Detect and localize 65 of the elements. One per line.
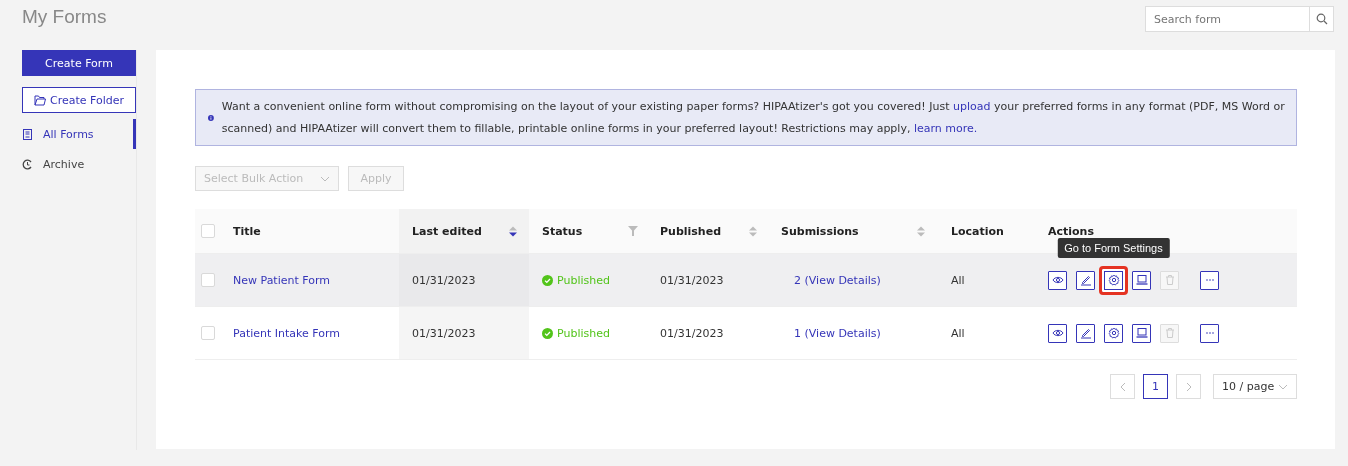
- submissions-link[interactable]: 1 (View Details): [794, 326, 881, 340]
- column-header: Location: [951, 224, 1004, 238]
- table-cell: All: [951, 326, 965, 340]
- document-icon: [22, 128, 33, 140]
- eye-icon: [1051, 274, 1064, 286]
- banner-text: Want a convenient online form without compromising on the layout of your existing paper forms? HIPAAtizer's got you covered! Just upload your preferred forms in any format (PDF, MS Word or scanned) and HIPAAtizer will convert them to fillable, printable online forms in your preferred layout! Restrictions may apply, learn more.: [221, 98, 1286, 137]
- status-label: Published: [542, 273, 610, 287]
- checkbox[interactable]: [201, 224, 215, 238]
- table-cell: All: [951, 273, 965, 287]
- column-header: Actions: [1048, 224, 1094, 238]
- trash-icon: [1163, 274, 1176, 286]
- pencil-icon: [1079, 274, 1092, 286]
- chevron-down-icon: [320, 175, 330, 182]
- search-icon: [1315, 13, 1328, 25]
- chevron-right-icon: [1185, 381, 1192, 392]
- column-header: Status: [542, 224, 583, 238]
- search-field[interactable]: Search form: [1145, 6, 1310, 32]
- learn-more-link[interactable]: learn more.: [913, 121, 978, 135]
- table-cell: 01/31/2023: [412, 273, 476, 287]
- page-button[interactable]: 1: [1143, 374, 1168, 399]
- laptop-icon: [1135, 274, 1148, 286]
- eye-button[interactable]: [1048, 323, 1067, 343]
- pencil-icon: [1079, 327, 1092, 339]
- laptop-icon: [1135, 327, 1148, 339]
- settings-icon: [1107, 327, 1120, 339]
- create-form-button[interactable]: Create Form: [22, 50, 136, 76]
- more-button[interactable]: [1200, 323, 1219, 343]
- table-cell: 01/31/2023: [660, 326, 724, 340]
- check-circle-icon: [542, 274, 553, 286]
- column-header: Last edited: [412, 224, 482, 238]
- settings-button[interactable]: [1104, 323, 1123, 343]
- tooltip: Go to Form Settings: [1057, 237, 1170, 258]
- chevron-down-icon: [1278, 383, 1288, 390]
- table-cell: 01/31/2023: [412, 326, 476, 340]
- clock-icon: [22, 158, 33, 170]
- page-title: My Forms: [22, 6, 107, 28]
- table-cell: 01/31/2023: [660, 273, 724, 287]
- info-icon: [208, 112, 214, 123]
- submissions-link[interactable]: 2 (View Details): [794, 273, 881, 287]
- check-circle-icon: [542, 327, 553, 339]
- status-label: Published: [542, 326, 610, 340]
- more-button[interactable]: [1200, 270, 1219, 290]
- form-title-link[interactable]: Patient Intake Form: [233, 326, 341, 340]
- page-size-dropdown[interactable]: 10 / page: [1213, 374, 1297, 399]
- column-header: Title: [233, 224, 261, 238]
- settings-icon: [1107, 274, 1120, 286]
- eye-button[interactable]: [1048, 270, 1067, 290]
- upload-link[interactable]: upload: [953, 99, 991, 113]
- pencil-button[interactable]: [1076, 323, 1095, 343]
- search-button[interactable]: [1310, 6, 1334, 32]
- trash-icon: [1163, 327, 1176, 339]
- laptop-button[interactable]: [1132, 323, 1151, 343]
- column-header: Published: [660, 224, 722, 238]
- folder-icon: [33, 94, 46, 106]
- column-header: Submissions: [781, 224, 859, 238]
- checkbox[interactable]: [201, 273, 215, 287]
- eye-icon: [1051, 327, 1064, 339]
- chevron-left-icon: [1119, 381, 1126, 392]
- laptop-button[interactable]: [1132, 270, 1151, 290]
- pencil-button[interactable]: [1076, 270, 1095, 290]
- checkbox[interactable]: [201, 326, 215, 340]
- sidebar-item[interactable]: Archive: [22, 149, 136, 179]
- sidebar-item[interactable]: All Forms: [22, 119, 136, 149]
- form-title-link[interactable]: New Patient Form: [233, 273, 330, 287]
- create-folder-button[interactable]: Create Folder: [22, 87, 136, 113]
